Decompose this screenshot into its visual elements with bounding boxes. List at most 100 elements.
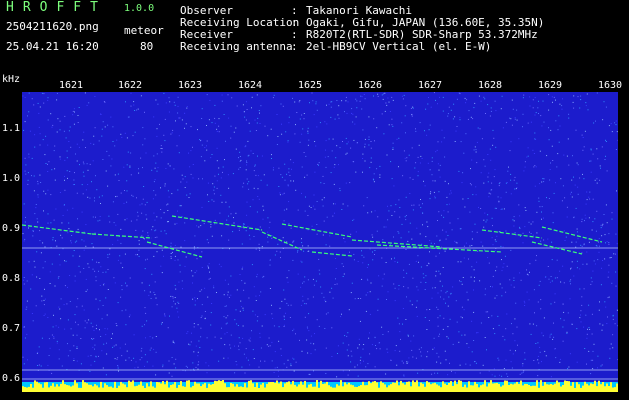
noise-dot <box>590 277 592 279</box>
noise-dot <box>477 250 479 252</box>
noise-dot <box>264 125 266 127</box>
noise-dot <box>610 343 612 345</box>
noise-dot <box>86 322 88 324</box>
noise-dot <box>304 316 306 318</box>
noise-dot <box>153 181 155 183</box>
noise-dot <box>561 105 563 107</box>
noise-dot <box>255 248 257 250</box>
noise-dot <box>580 95 582 97</box>
noise-dot <box>450 190 452 192</box>
noise-dot <box>574 184 576 186</box>
noise-dot <box>429 240 431 241</box>
noise-dot <box>342 370 344 372</box>
noise-dot <box>161 151 163 153</box>
noise-dot <box>462 277 464 278</box>
noise-dot <box>577 96 579 98</box>
noise-dot <box>269 221 271 223</box>
noise-dot <box>297 250 299 252</box>
noise-dot <box>22 233 24 235</box>
noise-dot <box>328 138 330 140</box>
noise-dot <box>487 104 489 106</box>
noise-dot <box>138 249 140 251</box>
noise-dot <box>177 96 179 98</box>
noise-dot <box>216 147 218 149</box>
noise-dot <box>302 295 304 297</box>
bottom-level-bar <box>364 385 366 392</box>
noise-dot <box>105 297 107 299</box>
noise-dot <box>539 280 541 282</box>
bottom-level-bar <box>164 384 166 392</box>
noise-dot <box>614 253 616 255</box>
noise-dot <box>210 312 212 314</box>
noise-dot <box>77 228 79 230</box>
noise-dot <box>472 118 474 120</box>
noise-dot <box>23 279 25 281</box>
noise-dot <box>170 242 172 244</box>
noise-dot <box>297 273 299 275</box>
noise-dot <box>147 235 149 237</box>
noise-dot <box>47 317 49 318</box>
noise-dot <box>59 264 61 266</box>
noise-dot <box>310 207 312 208</box>
noise-dot <box>374 254 375 255</box>
noise-dot <box>344 111 345 113</box>
noise-dot <box>88 266 90 268</box>
noise-dot <box>394 287 396 289</box>
noise-dot <box>590 171 592 173</box>
noise-dot <box>601 146 603 148</box>
noise-dot <box>175 367 177 369</box>
noise-dot <box>249 364 251 366</box>
noise-dot <box>540 115 542 117</box>
noise-dot <box>40 182 42 183</box>
noise-dot <box>107 328 109 330</box>
noise-dot <box>204 317 206 319</box>
noise-dot <box>431 174 433 176</box>
noise-dot <box>341 100 343 102</box>
noise-dot <box>286 241 288 243</box>
noise-dot <box>56 342 58 344</box>
bottom-level-bar <box>492 383 494 392</box>
noise-dot <box>447 235 449 236</box>
noise-dot <box>129 167 131 168</box>
noise-dot <box>154 237 156 238</box>
noise-dot <box>484 294 486 296</box>
noise-dot <box>69 350 71 352</box>
noise-dot <box>101 128 103 130</box>
y-tick-label: 1.1 <box>2 123 21 134</box>
noise-dot <box>582 149 584 151</box>
noise-dot <box>144 204 146 206</box>
noise-dot <box>201 267 203 268</box>
noise-dot <box>268 337 270 339</box>
noise-dot <box>53 150 55 152</box>
bottom-level-bar <box>270 382 272 392</box>
noise-dot <box>426 356 428 358</box>
noise-dot <box>487 181 489 183</box>
noise-dot <box>584 130 586 132</box>
noise-dot <box>161 323 162 325</box>
noise-dot <box>254 119 256 121</box>
noise-dot <box>356 100 358 102</box>
noise-dot <box>415 162 417 164</box>
noise-dot <box>154 230 156 232</box>
noise-dot <box>35 207 37 209</box>
noise-dot <box>216 128 218 130</box>
noise-dot <box>475 186 477 188</box>
noise-dot <box>58 349 60 351</box>
noise-dot <box>169 101 171 103</box>
noise-dot <box>261 325 263 327</box>
bottom-level-bar <box>322 384 324 392</box>
noise-dot <box>208 278 210 280</box>
noise-dot <box>27 183 29 185</box>
noise-dot <box>193 326 195 328</box>
noise-dot <box>316 224 318 225</box>
noise-dot <box>92 268 94 270</box>
noise-dot <box>102 271 104 273</box>
bottom-level-bar <box>252 383 254 392</box>
noise-dot <box>369 167 371 169</box>
noise-dot <box>287 304 289 306</box>
noise-dot <box>335 157 337 159</box>
noise-dot <box>288 116 290 118</box>
noise-dot <box>359 100 361 102</box>
noise-dot <box>458 170 460 172</box>
noise-dot <box>283 326 285 327</box>
